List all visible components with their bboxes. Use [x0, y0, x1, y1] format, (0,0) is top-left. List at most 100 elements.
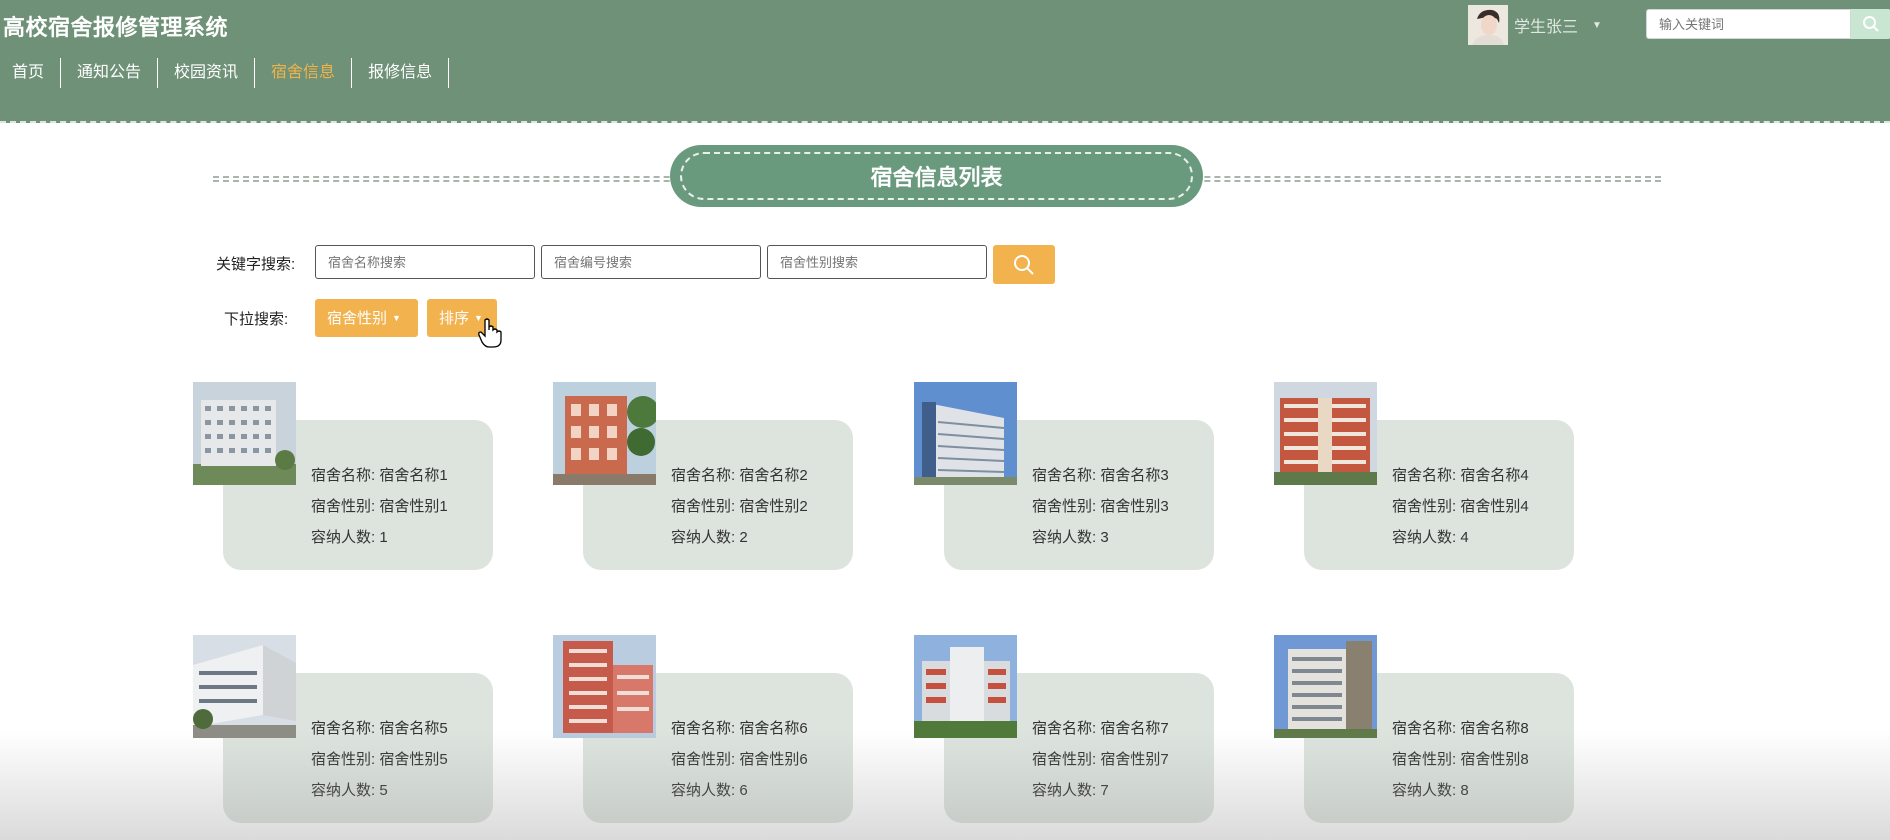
- dorm-name: 宿舍名称: 宿舍名称2: [671, 464, 808, 485]
- dorm-card[interactable]: 宿舍名称: 宿舍名称1 宿舍性别: 宿舍性别1 容纳人数: 1: [193, 382, 493, 582]
- dorm-capacity: 容纳人数: 5: [311, 779, 388, 800]
- dorm-gender: 宿舍性别: 宿舍性别4: [1392, 495, 1529, 516]
- section-title-banner: 宿舍信息列表: [670, 145, 1203, 207]
- dorm-image[interactable]: [914, 382, 1017, 485]
- field-label: 容纳人数:: [311, 529, 376, 546]
- field-label: 容纳人数:: [1392, 529, 1457, 546]
- top-search-input[interactable]: [1646, 9, 1851, 39]
- field-value: 宿舍名称1: [379, 467, 448, 484]
- dorm-capacity: 容纳人数: 1: [311, 526, 388, 547]
- keyword-search-label: 关键字搜索:: [216, 256, 296, 273]
- field-value: 宿舍性别2: [739, 498, 808, 515]
- field-value: 宿舍名称4: [1460, 467, 1529, 484]
- dorm-card[interactable]: 宿舍名称: 宿舍名称6 宿舍性别: 宿舍性别6 容纳人数: 6: [553, 635, 853, 835]
- field-label: 宿舍名称:: [1392, 720, 1457, 737]
- field-value: 6: [739, 782, 748, 799]
- field-label: 宿舍名称:: [671, 720, 736, 737]
- field-value: 宿舍名称5: [379, 720, 448, 737]
- dropdown-label: 排序: [439, 310, 470, 327]
- dorm-gender-search-input[interactable]: [767, 245, 987, 279]
- search-button[interactable]: [993, 245, 1055, 284]
- caret-down-icon[interactable]: ▼: [1592, 20, 1602, 31]
- field-label: 宿舍名称:: [1392, 467, 1457, 484]
- dorm-card[interactable]: 宿舍名称: 宿舍名称8 宿舍性别: 宿舍性别8 容纳人数: 8: [1274, 635, 1574, 835]
- dorm-gender: 宿舍性别: 宿舍性别6: [671, 748, 808, 769]
- top-header: 高校宿舍报修管理系统 首页 通知公告 校园资讯 宿舍信息 报修信息 学生张三 ▼: [0, 0, 1890, 123]
- section-title: 宿舍信息列表: [870, 165, 1003, 190]
- field-value: 宿舍性别8: [1460, 751, 1529, 768]
- field-value: 4: [1460, 529, 1469, 546]
- dorm-capacity: 容纳人数: 8: [1392, 779, 1469, 800]
- dorm-gender: 宿舍性别: 宿舍性别1: [311, 495, 448, 516]
- field-value: 3: [1100, 529, 1109, 546]
- dorm-image[interactable]: [193, 382, 296, 485]
- field-label: 宿舍名称:: [671, 467, 736, 484]
- field-label: 宿舍名称:: [1032, 720, 1097, 737]
- field-label: 容纳人数:: [671, 529, 736, 546]
- field-label: 容纳人数:: [1032, 782, 1097, 799]
- dorm-name: 宿舍名称: 宿舍名称3: [1032, 464, 1169, 485]
- field-label: 容纳人数:: [1032, 529, 1097, 546]
- field-label: 宿舍名称:: [311, 720, 376, 737]
- search-icon: [1863, 16, 1879, 32]
- field-value: 宿舍名称8: [1460, 720, 1529, 737]
- user-avatar[interactable]: [1468, 5, 1508, 45]
- dorm-number-search-input[interactable]: [541, 245, 761, 279]
- dorm-name: 宿舍名称: 宿舍名称7: [1032, 717, 1169, 738]
- dorm-card[interactable]: 宿舍名称: 宿舍名称7 宿舍性别: 宿舍性别7 容纳人数: 7: [914, 635, 1214, 835]
- field-label: 宿舍名称:: [311, 467, 376, 484]
- nav-item-dorm-info[interactable]: 宿舍信息: [255, 58, 353, 88]
- nav-item-notices[interactable]: 通知公告: [61, 58, 159, 88]
- site-title: 高校宿舍报修管理系统: [3, 15, 229, 40]
- dorm-gender-dropdown[interactable]: 宿舍性别 ▼: [315, 299, 418, 337]
- dorm-name-search-input[interactable]: [315, 245, 535, 279]
- dorm-gender: 宿舍性别: 宿舍性别7: [1032, 748, 1169, 769]
- field-value: 7: [1100, 782, 1109, 799]
- dorm-image[interactable]: [1274, 382, 1377, 485]
- dorm-image[interactable]: [553, 635, 656, 738]
- search-icon: [1014, 254, 1034, 275]
- dorm-card[interactable]: 宿舍名称: 宿舍名称2 宿舍性别: 宿舍性别2 容纳人数: 2: [553, 382, 853, 582]
- field-value: 宿舍性别4: [1460, 498, 1529, 515]
- dorm-gender: 宿舍性别: 宿舍性别3: [1032, 495, 1169, 516]
- hand-pointer-icon: [478, 318, 502, 348]
- caret-down-icon: ▼: [392, 313, 401, 323]
- field-label: 宿舍性别:: [311, 751, 376, 768]
- dorm-image[interactable]: [1274, 635, 1377, 738]
- dorm-name: 宿舍名称: 宿舍名称6: [671, 717, 808, 738]
- field-value: 宿舍名称7: [1100, 720, 1169, 737]
- field-label: 宿舍性别:: [671, 751, 736, 768]
- field-value: 宿舍性别7: [1100, 751, 1169, 768]
- field-value: 宿舍性别6: [739, 751, 808, 768]
- field-value: 宿舍性别1: [379, 498, 448, 515]
- field-value: 宿舍名称6: [739, 720, 808, 737]
- dorm-card[interactable]: 宿舍名称: 宿舍名称3 宿舍性别: 宿舍性别3 容纳人数: 3: [914, 382, 1214, 582]
- nav-item-home[interactable]: 首页: [0, 58, 62, 88]
- field-label: 宿舍名称:: [1032, 467, 1097, 484]
- field-label: 宿舍性别:: [671, 498, 736, 515]
- dropdown-label: 宿舍性别: [327, 310, 388, 327]
- field-value: 5: [379, 782, 388, 799]
- top-search: [1646, 9, 1890, 39]
- dorm-name: 宿舍名称: 宿舍名称5: [311, 717, 448, 738]
- user-name[interactable]: 学生张三: [1514, 13, 1578, 37]
- field-label: 容纳人数:: [671, 782, 736, 799]
- dorm-capacity: 容纳人数: 2: [671, 526, 748, 547]
- nav-item-campus-news[interactable]: 校园资讯: [158, 58, 256, 88]
- dorm-card[interactable]: 宿舍名称: 宿舍名称4 宿舍性别: 宿舍性别4 容纳人数: 4: [1274, 382, 1574, 582]
- field-value: 8: [1460, 782, 1469, 799]
- dorm-image[interactable]: [553, 382, 656, 485]
- dorm-image[interactable]: [914, 635, 1017, 738]
- dorm-capacity: 容纳人数: 4: [1392, 526, 1469, 547]
- nav-item-repair-info[interactable]: 报修信息: [352, 58, 450, 88]
- top-search-button[interactable]: [1851, 9, 1890, 39]
- dorm-card[interactable]: 宿舍名称: 宿舍名称5 宿舍性别: 宿舍性别5 容纳人数: 5: [193, 635, 493, 835]
- dropdown-search-label: 下拉搜索:: [224, 311, 289, 328]
- dorm-gender: 宿舍性别: 宿舍性别5: [311, 748, 448, 769]
- dorm-name: 宿舍名称: 宿舍名称4: [1392, 464, 1529, 485]
- field-value: 宿舍名称3: [1100, 467, 1169, 484]
- dorm-capacity: 容纳人数: 7: [1032, 779, 1109, 800]
- dorm-image[interactable]: [193, 635, 296, 738]
- user-menu[interactable]: 学生张三 ▼: [1468, 5, 1602, 45]
- dorm-gender: 宿舍性别: 宿舍性别8: [1392, 748, 1529, 769]
